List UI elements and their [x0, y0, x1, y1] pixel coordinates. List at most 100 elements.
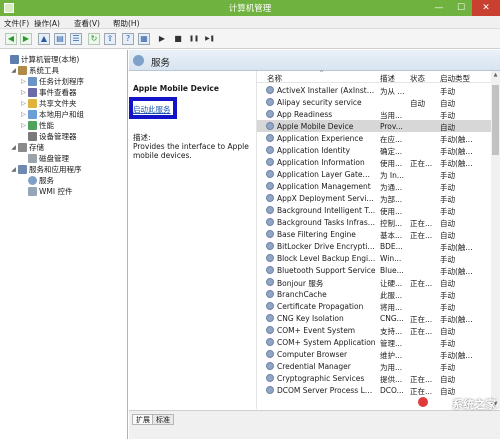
- back-icon[interactable]: ◀: [5, 33, 17, 45]
- table-row[interactable]: Application Layer Gatewa... 为 In... 手动: [257, 168, 492, 180]
- tab-extended[interactable]: 扩展: [132, 414, 154, 425]
- table-row[interactable]: CNG Key Isolation CNG... 正在... 手动(触...: [257, 312, 492, 324]
- page-title: 服务: [151, 58, 171, 69]
- properties-icon[interactable]: ☰: [70, 33, 82, 45]
- tree-toggle[interactable]: ▷: [20, 120, 27, 131]
- tree-item-event-viewer[interactable]: ▷ 事件查看器: [20, 87, 77, 98]
- start-service-icon[interactable]: ▶: [156, 33, 168, 45]
- tree-toggle[interactable]: ▷: [20, 76, 27, 87]
- table-row[interactable]: Background Intelligent T... 使用... 手动: [257, 204, 492, 216]
- up-level-icon[interactable]: ▲: [38, 33, 50, 45]
- menu-help[interactable]: 帮助(H): [113, 18, 140, 29]
- table-row[interactable]: Application Experience 在应... 手动(触...: [257, 132, 492, 144]
- maximize-button[interactable]: ☐: [450, 0, 472, 16]
- show-tree-icon[interactable]: ▤: [54, 33, 66, 45]
- service-name-cell: ActiveX Installer (AxInstSV): [277, 86, 376, 95]
- tree-item-computer-management[interactable]: 计算机管理(本地): [2, 54, 79, 65]
- table-row[interactable]: BranchCache 此服... 手动: [257, 288, 492, 300]
- table-row[interactable]: DCOM Server Process La... DCO... 正在... 自动: [257, 384, 492, 396]
- table-row[interactable]: Base Filtering Engine 基本... 正在... 自动: [257, 228, 492, 240]
- tree-item-system-tools[interactable]: ◢ 系统工具: [10, 65, 59, 76]
- table-row[interactable]: Certificate Propagation 将用... 手动: [257, 300, 492, 312]
- tree-toggle[interactable]: ▷: [20, 109, 27, 120]
- scroll-thumb[interactable]: [492, 85, 499, 155]
- tree-toggle[interactable]: ◢: [10, 164, 17, 175]
- table-row[interactable]: App Readiness 当用... 手动: [257, 108, 492, 120]
- table-row[interactable]: COM+ System Application 管理... 手动: [257, 336, 492, 348]
- table-row[interactable]: Cryptographic Services 提供... 正在... 自动: [257, 372, 492, 384]
- tree-item-device-manager[interactable]: 设备管理器: [20, 131, 77, 142]
- tree-item-shared-folders[interactable]: ▷ 共享文件夹: [20, 98, 77, 109]
- tree-item-task-scheduler[interactable]: ▷ 任务计划程序: [20, 76, 84, 87]
- help-icon[interactable]: ?: [122, 33, 134, 45]
- table-row[interactable]: COM+ Event System 支持... 正在... 自动: [257, 324, 492, 336]
- service-name-cell: Application Information: [277, 158, 365, 167]
- gear-icon: [28, 176, 37, 185]
- event-viewer-icon: [28, 88, 37, 97]
- gear-icon: [266, 230, 274, 238]
- tree-toggle[interactable]: ◢: [10, 142, 17, 153]
- column-name[interactable]: 名称: [267, 73, 282, 84]
- service-name-cell: Background Tasks Infras...: [277, 218, 375, 227]
- table-row[interactable]: Application Management 为通... 手动: [257, 180, 492, 192]
- tree-item-services-applications[interactable]: ◢ 服务和应用程序: [10, 164, 82, 175]
- tree-label: 磁盘管理: [39, 154, 69, 163]
- menu-view[interactable]: 查看(V): [74, 18, 100, 29]
- refresh-icon[interactable]: ↻: [88, 33, 100, 45]
- start-service-link[interactable]: 启动此服务: [133, 104, 171, 115]
- table-row[interactable]: Apple Mobile Device Prov... 自动: [257, 120, 492, 132]
- tree-item-local-users-groups[interactable]: ▷ 本地用户和组: [20, 109, 84, 120]
- tree-item-services[interactable]: 服务: [20, 175, 54, 186]
- services-header: 服务: [129, 50, 500, 71]
- column-status[interactable]: 状态: [410, 73, 425, 84]
- gear-icon: [266, 146, 274, 154]
- service-name-cell: Certificate Propagation: [277, 302, 364, 311]
- gear-icon: [266, 242, 274, 250]
- pause-service-icon[interactable]: ❚❚: [188, 33, 200, 45]
- tab-standard[interactable]: 标准: [152, 414, 174, 425]
- table-row[interactable]: Background Tasks Infras... 控制... 正在... 自动: [257, 216, 492, 228]
- service-name-cell: Apple Mobile Device: [277, 122, 354, 131]
- table-row[interactable]: Bluetooth Support Service Blue... 手动(触...: [257, 264, 492, 276]
- vertical-scrollbar[interactable]: ▲ ▼: [491, 71, 500, 409]
- menu-action[interactable]: 操作(A): [34, 18, 60, 29]
- disk-icon: [28, 154, 37, 163]
- export-list-icon[interactable]: ⇪: [104, 33, 116, 45]
- table-row[interactable]: ActiveX Installer (AxInstSV) 为从 ... 手动: [257, 84, 492, 96]
- menu-file[interactable]: 文件(F): [4, 18, 29, 29]
- tree-toggle[interactable]: ▷: [20, 98, 27, 109]
- restart-service-icon[interactable]: ▶❚: [204, 33, 216, 45]
- table-row[interactable]: Credential Manager 为用... 手动: [257, 360, 492, 372]
- tree-toggle[interactable]: ◢: [10, 65, 17, 76]
- tree-label: 任务计划程序: [39, 77, 84, 86]
- table-row[interactable]: Bonjour 服务 让硬... 正在... 自动: [257, 276, 492, 288]
- service-desc-cell: Prov...: [380, 122, 403, 131]
- services-list: 名称 ^ 描述 状态 启动类型 ActiveX Installer (AxIns…: [256, 70, 500, 409]
- column-startup-type[interactable]: 启动类型: [440, 73, 470, 84]
- scroll-up-icon[interactable]: ▲: [491, 71, 500, 80]
- tree-toggle[interactable]: ▷: [20, 87, 27, 98]
- column-description[interactable]: 描述: [380, 73, 395, 84]
- close-button[interactable]: ✕: [472, 0, 500, 16]
- forward-icon[interactable]: ▶: [20, 33, 32, 45]
- service-name-cell: Bluetooth Support Service: [277, 266, 376, 275]
- service-desc-cell: Blue...: [380, 266, 404, 275]
- tree-item-performance[interactable]: ▷ 性能: [20, 120, 54, 131]
- view-icon[interactable]: ▦: [138, 33, 150, 45]
- service-name-cell: Cryptographic Services: [277, 374, 365, 383]
- table-row[interactable]: Block Level Backup Engi... Win... 手动: [257, 252, 492, 264]
- tree-item-disk-management[interactable]: 磁盘管理: [20, 153, 69, 164]
- table-row[interactable]: AppX Deployment Servic... 为部... 手动: [257, 192, 492, 204]
- table-row[interactable]: Alipay security service 自动 自动: [257, 96, 492, 108]
- gear-icon: [266, 182, 274, 190]
- table-row[interactable]: Application Identity 确定... 手动(触...: [257, 144, 492, 156]
- minimize-button[interactable]: —: [428, 0, 450, 16]
- tree-item-storage[interactable]: ◢ 存储: [10, 142, 44, 153]
- table-row[interactable]: Computer Browser 维护... 手动(触...: [257, 348, 492, 360]
- view-tabs: 扩展 标准: [129, 410, 500, 439]
- stop-service-icon[interactable]: ■: [172, 33, 184, 45]
- gear-icon: [266, 194, 274, 202]
- table-row[interactable]: BitLocker Drive Encryptio... BDE... 手动(触..…: [257, 240, 492, 252]
- table-row[interactable]: Application Information 使用... 正在... 手动(触...: [257, 156, 492, 168]
- tree-item-wmi-control[interactable]: WMI 控件: [20, 186, 72, 197]
